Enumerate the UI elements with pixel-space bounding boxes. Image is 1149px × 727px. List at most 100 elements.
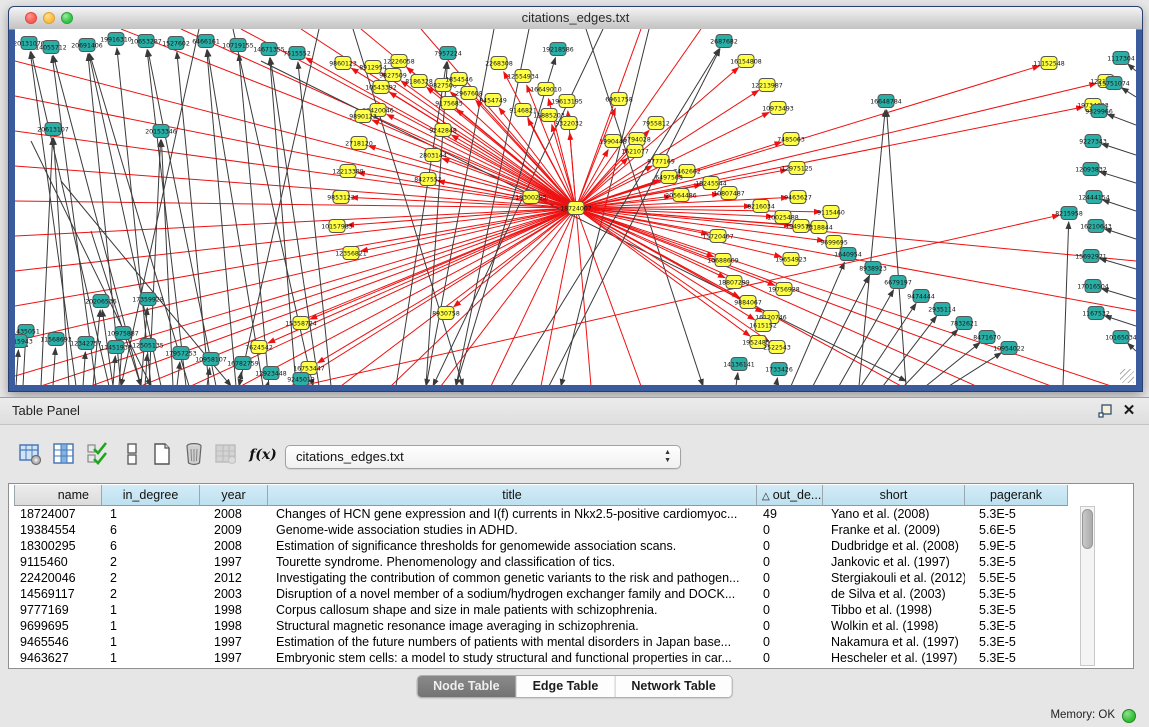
graph-node[interactable]: 20691406 xyxy=(71,39,103,52)
graph-node[interactable]: 9699695 xyxy=(820,236,848,249)
graph-node[interactable]: 17359928 xyxy=(132,293,164,306)
graph-node[interactable]: 2718120 xyxy=(345,137,373,150)
table-row[interactable]: 1830029562008Estimation of significance … xyxy=(14,538,1078,554)
graph-node[interactable]: 1527602 xyxy=(162,37,190,50)
graph-node[interactable]: 14136141 xyxy=(723,358,755,371)
graph-node[interactable]: 9777169 xyxy=(647,155,675,168)
graph-node[interactable]: 18807299 xyxy=(718,276,750,289)
column-header-in-degree[interactable]: in_degree xyxy=(102,485,200,506)
table-settings-icon[interactable] xyxy=(18,442,44,468)
graph-node[interactable]: 10165034 xyxy=(1105,331,1136,344)
table-select-dropdown[interactable]: citations_edges.txt ▲▼ xyxy=(285,445,681,469)
tab-node-table[interactable]: Node Table xyxy=(417,676,516,697)
tab-network-table[interactable]: Network Table xyxy=(615,676,732,697)
graph-node[interactable]: 8930758 xyxy=(432,307,460,320)
graph-node[interactable]: 10688609 xyxy=(707,254,739,267)
graph-node[interactable]: 12554934 xyxy=(507,70,539,83)
graph-node[interactable]: 8938923 xyxy=(859,262,887,275)
graph-node[interactable]: 12213987 xyxy=(751,79,783,92)
graph-node[interactable]: 9860123 xyxy=(329,57,357,70)
column-header-out-de-[interactable]: △out_de... xyxy=(757,485,823,506)
graph-node[interactable]: 7515552 xyxy=(283,47,311,60)
graph-node[interactable]: 1733426 xyxy=(765,363,793,376)
column-header-short[interactable]: short xyxy=(823,485,965,506)
graph-node[interactable]: 2268308 xyxy=(485,57,513,70)
row-selection-mode-icon[interactable] xyxy=(86,442,112,468)
graph-node[interactable]: 12356821 xyxy=(335,247,367,260)
graph-node[interactable]: 7832621 xyxy=(950,317,978,330)
resize-grip[interactable] xyxy=(1120,369,1134,383)
graph-node[interactable]: 20153346 xyxy=(145,125,177,138)
graph-node[interactable]: 2935114 xyxy=(928,303,956,316)
graph-node[interactable]: 7485063 xyxy=(777,133,805,146)
graph-node[interactable]: 10973493 xyxy=(762,102,794,115)
table-row[interactable]: 977716911998Corpus callosum shape and si… xyxy=(14,602,1078,618)
graph-node[interactable]: 15720407 xyxy=(702,230,734,243)
graph-node[interactable]: 19916310 xyxy=(100,33,132,46)
new-table-icon[interactable] xyxy=(150,442,176,468)
function-builder-icon[interactable]: f(x) xyxy=(248,442,278,468)
graph-node[interactable]: 7955812 xyxy=(642,117,670,130)
table-row[interactable]: 911546021997Tourette syndrome. Phenomeno… xyxy=(14,554,1078,570)
graph-node[interactable]: 15692971 xyxy=(1075,250,1107,263)
graph-node[interactable]: 11568693 xyxy=(40,333,72,346)
graph-node[interactable]: 11152548 xyxy=(1033,57,1065,70)
rows-icon[interactable] xyxy=(120,442,146,468)
graph-node[interactable]: 9474444 xyxy=(907,290,935,303)
graph-node[interactable]: 16210643 xyxy=(1080,220,1112,233)
table-row[interactable]: 1872400712008Changes of HCN gene express… xyxy=(14,506,1078,522)
column-header-year[interactable]: year xyxy=(200,485,268,506)
graph-node[interactable]: 12093832 xyxy=(1075,163,1107,176)
tab-edge-table[interactable]: Edge Table xyxy=(517,676,616,697)
import-table-icon[interactable] xyxy=(214,442,240,468)
graph-node[interactable]: 9227343 xyxy=(1079,135,1107,148)
graph-node[interactable]: 19613195 xyxy=(551,95,583,108)
graph-node[interactable]: 12226058 xyxy=(383,55,415,68)
graph-node[interactable]: 16154808 xyxy=(730,55,762,68)
delete-table-icon[interactable] xyxy=(182,442,208,468)
vertical-scrollbar[interactable] xyxy=(1080,506,1095,666)
table-row[interactable]: 1938455462009Genome-wide association stu… xyxy=(14,522,1078,538)
graph-node[interactable]: 9853122 xyxy=(327,191,355,204)
table-row[interactable]: 2242004622012Investigating the contribut… xyxy=(14,570,1078,586)
graph-node[interactable]: 6679197 xyxy=(884,276,912,289)
graph-node[interactable]: 9242848 xyxy=(429,124,457,137)
scrollbar-thumb[interactable] xyxy=(1082,509,1093,549)
graph-node[interactable]: 6961758 xyxy=(605,93,633,106)
table-row[interactable]: 969969511998Structural magnetic resonanc… xyxy=(14,618,1078,634)
float-panel-icon[interactable] xyxy=(1098,404,1113,419)
graph-node[interactable]: 19218586 xyxy=(542,43,574,56)
citation-graph[interactable]: 1872400798601238912954122260589827509105… xyxy=(15,29,1136,385)
close-panel-icon[interactable]: ✕ xyxy=(1121,401,1137,421)
graph-node[interactable]: 2687682 xyxy=(710,35,738,48)
graph-node[interactable]: 16649010 xyxy=(530,83,562,96)
graph-node[interactable]: 20613107 xyxy=(37,123,69,136)
column-header-pagerank[interactable]: pagerank xyxy=(965,485,1068,506)
graph-node[interactable]: 9463627 xyxy=(784,191,812,204)
graph-node[interactable]: 10653287 xyxy=(130,35,162,48)
network-window-titlebar[interactable]: citations_edges.txt xyxy=(9,7,1142,30)
graph-node[interactable]: 16648784 xyxy=(870,95,902,108)
graph-node[interactable]: 8427552 xyxy=(414,173,442,186)
show-column-icon[interactable] xyxy=(52,442,78,468)
network-canvas[interactable]: 1872400798601238912954122260589827509105… xyxy=(15,29,1136,385)
graph-node[interactable]: 8215958 xyxy=(1055,207,1083,220)
graph-node[interactable]: 17016504 xyxy=(1077,280,1109,293)
table-row[interactable]: 1456911722003Disruption of a novel membe… xyxy=(14,586,1078,602)
graph-node[interactable]: 14671355 xyxy=(253,43,285,56)
column-header-name[interactable]: name xyxy=(14,485,102,506)
column-header-title[interactable]: title xyxy=(268,485,757,506)
graph-node[interactable]: 9115460 xyxy=(817,206,845,219)
graph-node[interactable]: 1117304 xyxy=(1107,52,1135,65)
graph-node[interactable]: 12505135 xyxy=(132,339,164,352)
graph-node[interactable]: 8454749 xyxy=(479,94,507,107)
table-row[interactable]: 946554611997Estimation of the future num… xyxy=(14,634,1078,650)
graph-node[interactable]: 12444154 xyxy=(1078,191,1110,204)
graph-node[interactable]: 1167532 xyxy=(1082,307,1110,320)
graph-node[interactable]: 10157983 xyxy=(321,220,353,233)
graph-node[interactable]: 10954022 xyxy=(993,342,1025,355)
table-row[interactable]: 946362711997Embryonic stem cells: a mode… xyxy=(14,650,1078,666)
graph-node[interactable]: 1640954 xyxy=(834,248,862,261)
graph-node[interactable]: 10958107 xyxy=(195,353,227,366)
graph-node[interactable]: 19654923 xyxy=(775,253,807,266)
